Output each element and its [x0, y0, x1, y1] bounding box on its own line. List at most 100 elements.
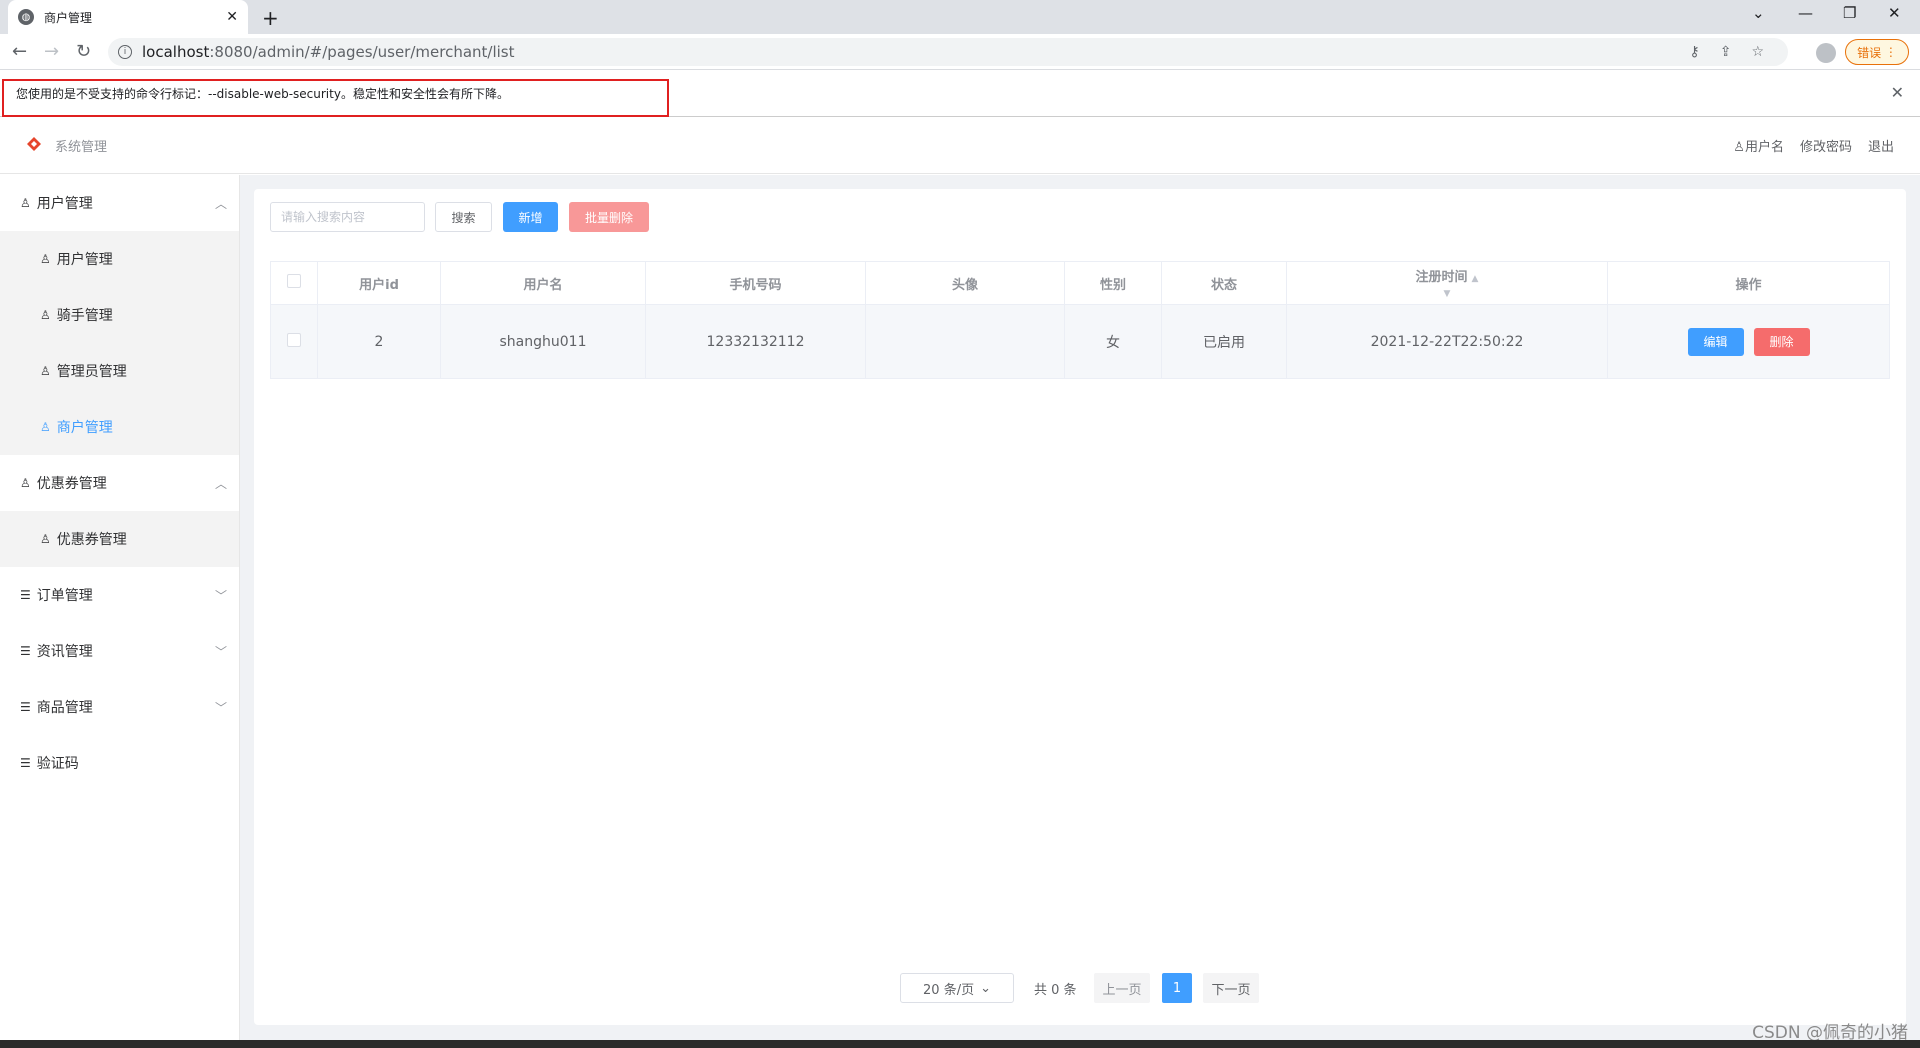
search-input[interactable] [270, 202, 425, 232]
user-icon: ♙ [40, 532, 51, 546]
page-size-select[interactable]: 20 条/页 ⌄ [900, 973, 1014, 1003]
list-icon: ☰ [20, 644, 31, 658]
edit-button[interactable]: 编辑 [1687, 327, 1744, 356]
sidebar-menu: ♙ 用户管理 ︿ ♙ 用户管理 ♙ 骑手管理 ♙ 管理员管理 ♙ 商户管理 ♙ 优惠券管理 ︿ ♙ 优惠券管理… [0, 175, 240, 1048]
table-row: 2 shanghu011 12332132112 女 已启用 2021-12-2… [270, 304, 1890, 379]
chevron-up-icon[interactable]: ︿ [215, 475, 227, 492]
new-tab-icon[interactable]: + [262, 6, 279, 30]
infobar-close-icon[interactable]: ✕ [1891, 83, 1904, 102]
key-icon[interactable]: ⚷ [1689, 44, 1699, 60]
browser-tabstrip: ◍ 商户管理 ✕ + ⌄ — ❐ ✕ [0, 0, 1920, 34]
row-select-cell [270, 304, 318, 379]
page-number-current[interactable]: 1 [1162, 973, 1192, 1003]
user-icon: ♙ [40, 308, 51, 322]
chevron-down-icon[interactable]: ﹀ [215, 643, 227, 660]
tab-title: 商户管理 [44, 10, 93, 25]
minimize-icon[interactable]: — [1798, 4, 1813, 22]
total-count: 共 0 条 [1034, 983, 1077, 998]
sidebar-item-10[interactable]: ☰ 验证码 [0, 735, 239, 791]
browser-tab[interactable]: ◍ 商户管理 ✕ [8, 0, 248, 34]
prev-page-button[interactable]: 上一页 [1094, 973, 1150, 1003]
user-icon: ♙ [40, 252, 51, 266]
next-page-button[interactable]: 下一页 [1203, 973, 1259, 1003]
sidebar-item-7[interactable]: ☰ 订单管理 ﹀ [0, 567, 239, 623]
address-bar[interactable]: i localhost:8080/admin/#/pages/user/merc… [108, 38, 1788, 66]
logo-icon [27, 137, 41, 151]
table-header-row: 用户id 用户名 手机号码 头像 性别 状态 注册时间 ▲ ▼ 操作 [270, 261, 1890, 305]
col-header-gender: 性别 [1064, 261, 1162, 305]
sidebar-item-label: 管理员管理 [56, 364, 127, 380]
search-button[interactable]: 搜索 [435, 202, 492, 232]
app-header: 系统管理 ♙用户名 修改密码 退出 [0, 118, 1920, 174]
row-checkbox[interactable] [287, 332, 301, 347]
sidebar-item-label: 优惠券管理 [56, 532, 127, 548]
select-all-checkbox[interactable] [287, 274, 301, 288]
sidebar-item-8[interactable]: ☰ 资讯管理 ﹀ [0, 623, 239, 679]
select-all-cell [270, 261, 318, 305]
batch-delete-button[interactable]: 批量删除 [569, 202, 649, 232]
col-header-username: 用户名 [440, 261, 646, 305]
sidebar-item-5[interactable]: ♙ 优惠券管理 ︿ [0, 455, 239, 511]
col-header-avatar: 头像 [865, 261, 1065, 305]
cell-phone: 12332132112 [645, 304, 866, 379]
forward-icon[interactable]: → [44, 41, 59, 62]
sidebar-item-label: 商品管理 [36, 700, 93, 716]
error-button[interactable]: 错误 ⋮ [1845, 39, 1909, 65]
list-icon: ☰ [20, 756, 31, 770]
sidebar-item-label: 资讯管理 [36, 644, 93, 660]
window-close-icon[interactable]: ✕ [1888, 4, 1901, 22]
profile-avatar-icon[interactable] [1816, 43, 1836, 63]
sidebar-item-6[interactable]: ♙ 优惠券管理 [0, 511, 239, 567]
browser-toolbar: ← → ↻ i localhost:8080/admin/#/pages/use… [0, 34, 1920, 70]
logout-link[interactable]: 退出 [1868, 136, 1894, 155]
delete-button[interactable]: 删除 [1753, 327, 1810, 356]
sidebar-item-label: 用户管理 [36, 196, 93, 212]
change-password-link[interactable]: 修改密码 [1800, 136, 1852, 155]
col-header-registered[interactable]: 注册时间 ▲ ▼ [1286, 261, 1608, 305]
header-actions: ♙用户名 修改密码 退出 [1733, 136, 1894, 155]
sidebar-item-4[interactable]: ♙ 商户管理 [0, 399, 239, 455]
user-icon: ♙ [1733, 140, 1745, 155]
browser-infobar: 您使用的是不受支持的命令行标记：--disable-web-security。稳… [0, 71, 1920, 117]
chevron-down-icon[interactable]: ﹀ [215, 699, 227, 716]
url-text: localhost:8080/admin/#/pages/user/mercha… [142, 43, 515, 61]
sidebar-item-2[interactable]: ♙ 骑手管理 [0, 287, 239, 343]
user-icon: ♙ [20, 476, 31, 490]
sidebar-item-0[interactable]: ♙ 用户管理 ︿ [0, 175, 239, 231]
chevron-down-icon: ⌄ [980, 980, 991, 996]
restore-icon[interactable]: ❐ [1843, 4, 1856, 22]
col-header-phone: 手机号码 [645, 261, 866, 305]
username-link[interactable]: ♙用户名 [1733, 136, 1784, 155]
globe-icon: ◍ [18, 9, 34, 25]
share-icon[interactable]: ⇪ [1720, 44, 1732, 60]
sidebar-item-3[interactable]: ♙ 管理员管理 [0, 343, 239, 399]
user-icon: ♙ [40, 364, 51, 378]
star-icon[interactable]: ☆ [1751, 44, 1764, 60]
sidebar-item-label: 优惠券管理 [36, 476, 107, 492]
merchant-table: 用户id 用户名 手机号码 头像 性别 状态 注册时间 ▲ ▼ 操作 2 shang… [270, 261, 1890, 379]
omnibox-actions: ⚷ ⇪ ☆ [1689, 44, 1764, 60]
back-icon[interactable]: ← [12, 41, 27, 62]
reload-icon[interactable]: ↻ [76, 41, 91, 62]
sidebar-item-9[interactable]: ☰ 商品管理 ﹀ [0, 679, 239, 735]
add-button[interactable]: 新增 [503, 202, 558, 232]
infobar-message: 您使用的是不受支持的命令行标记：--disable-web-security。稳… [16, 87, 509, 101]
sidebar-item-label: 订单管理 [36, 588, 93, 604]
sidebar-item-label: 商户管理 [56, 420, 113, 436]
cell-registered: 2021-12-22T22:50:22 [1286, 304, 1608, 379]
list-icon: ☰ [20, 588, 31, 602]
sidebar-item-1[interactable]: ♙ 用户管理 [0, 231, 239, 287]
cell-avatar [865, 304, 1065, 379]
chevron-down-icon[interactable]: ﹀ [215, 587, 227, 604]
system-title: 系统管理 [55, 140, 108, 155]
col-header-id: 用户id [317, 261, 441, 305]
chevron-up-icon[interactable]: ︿ [215, 195, 227, 212]
site-info-icon[interactable]: i [118, 45, 132, 59]
tab-search-icon[interactable]: ⌄ [1752, 4, 1765, 22]
sidebar-item-label: 用户管理 [56, 252, 113, 268]
cell-actions: 编辑 删除 [1607, 304, 1890, 379]
close-tab-icon[interactable]: ✕ [226, 9, 238, 25]
col-header-status: 状态 [1161, 261, 1287, 305]
col-header-actions: 操作 [1607, 261, 1890, 305]
taskbar [0, 1040, 1920, 1048]
